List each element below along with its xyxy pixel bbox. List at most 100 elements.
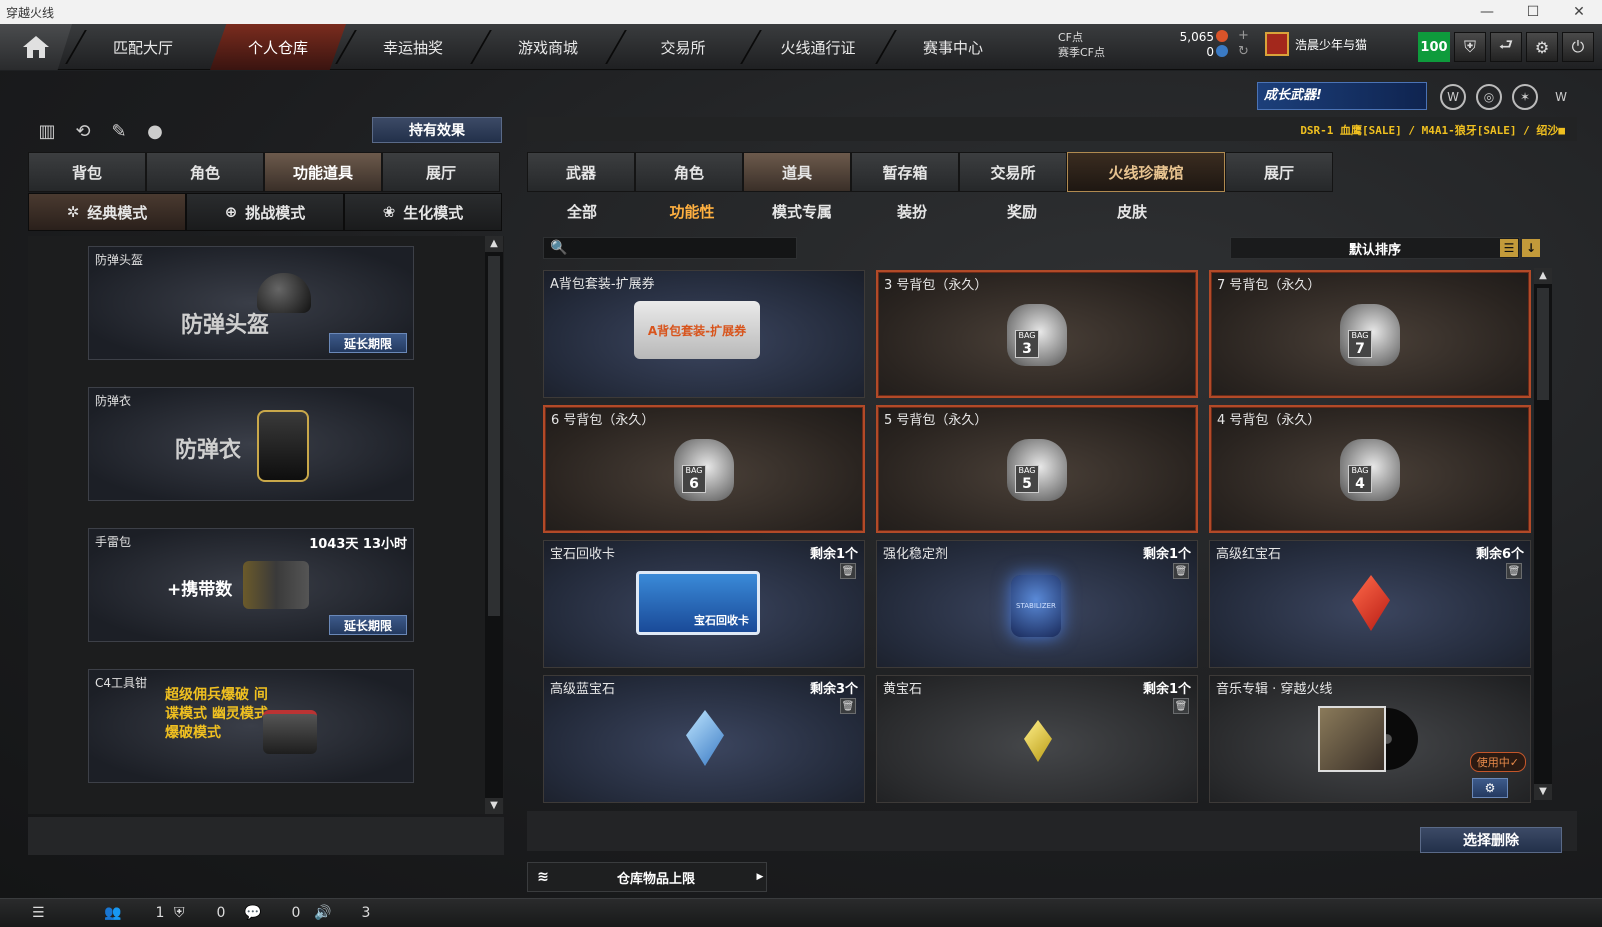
power-icon[interactable]: ⏻ bbox=[1562, 32, 1594, 62]
scroll-thumb[interactable] bbox=[488, 256, 500, 616]
tab-backpack[interactable]: 背包 bbox=[28, 152, 146, 192]
subtab-reward[interactable]: 奖励 bbox=[967, 197, 1077, 227]
left-scrollbar[interactable]: ▲ ▼ bbox=[485, 236, 503, 814]
clan-status[interactable]: ⛨ 0 bbox=[174, 905, 225, 921]
left-card-grenade-pack[interactable]: 手雷包 1043天 13小时 +携带数 延长期限 bbox=[88, 528, 414, 642]
edit-icon[interactable]: ✎ bbox=[106, 118, 132, 144]
nav-battle-pass[interactable]: 火线通行证 bbox=[750, 24, 886, 70]
home-button[interactable] bbox=[0, 24, 72, 70]
item-card[interactable]: 宝石回收卡 剩余1个 🗑 宝石回收卡 bbox=[543, 540, 865, 668]
tab-functional-items[interactable]: 功能道具 bbox=[264, 152, 382, 192]
item-card[interactable]: 音乐专辑 · 穿越火线 使用中✓ ⚙ bbox=[1209, 675, 1531, 803]
voice-status[interactable]: 🔊 3 bbox=[314, 905, 370, 921]
trash-icon[interactable]: 🗑 bbox=[840, 698, 856, 714]
w-logo-icon[interactable]: W bbox=[1548, 84, 1574, 110]
item-settings-gear-icon[interactable]: ⚙ bbox=[1472, 778, 1508, 798]
tab-showroom[interactable]: 展厅 bbox=[1225, 152, 1333, 192]
extend-button[interactable]: 延长期限 bbox=[329, 615, 407, 635]
tab-character[interactable]: 角色 bbox=[146, 152, 264, 192]
left-card-helmet[interactable]: 防弹头盔 防弹头盔 延长期限 bbox=[88, 246, 414, 360]
badge-w-icon[interactable]: W bbox=[1440, 84, 1466, 110]
nav-personal-warehouse[interactable]: 个人仓库 bbox=[210, 24, 346, 70]
bag-label: BAG bbox=[1018, 466, 1036, 475]
subtab-cosmetic[interactable]: 装扮 bbox=[857, 197, 967, 227]
tab-exchange[interactable]: 交易所 bbox=[959, 152, 1067, 192]
item-card[interactable]: 6 号背包（永久） BAG 6 bbox=[543, 405, 865, 533]
tab-weapons[interactable]: 武器 bbox=[527, 152, 635, 192]
item-card[interactable]: 4 号背包（永久） BAG 4 bbox=[1209, 405, 1531, 533]
mode-biochem[interactable]: ❀ 生化模式 bbox=[344, 193, 502, 231]
menu-icon[interactable]: ☰ bbox=[32, 905, 45, 921]
item-card[interactable]: 强化稳定剂 剩余1个 🗑 STABILIZER bbox=[876, 540, 1198, 668]
growth-weapon-banner[interactable]: 成长武器! bbox=[1257, 82, 1427, 110]
trash-icon[interactable]: 🗑 bbox=[1173, 698, 1189, 714]
item-card[interactable]: 黄宝石 剩余1个 🗑 bbox=[876, 675, 1198, 803]
mode-challenge[interactable]: ⊕ 挑战模式 bbox=[186, 193, 344, 231]
nav-event-center[interactable]: 赛事中心 bbox=[885, 24, 1021, 70]
shield-icon[interactable]: ⛨ bbox=[1454, 32, 1486, 62]
left-card-vest[interactable]: 防弹衣 防弹衣 bbox=[88, 387, 414, 501]
trash-icon[interactable]: 🗑 bbox=[1506, 563, 1522, 579]
grenade-icon[interactable]: ● bbox=[142, 118, 168, 144]
stats-icon[interactable]: ▥ bbox=[34, 118, 60, 144]
emblem-icon[interactable]: ✶ bbox=[1512, 84, 1538, 110]
scroll-up-icon[interactable]: ▲ bbox=[485, 236, 503, 252]
scroll-thumb[interactable] bbox=[1537, 288, 1549, 400]
search-input[interactable] bbox=[543, 237, 797, 259]
trash-icon[interactable]: 🗑 bbox=[1173, 563, 1189, 579]
ticker-bar: DSR-1 血鹰[SALE] / M4A1-狼牙[SALE] / 绍沙■ bbox=[527, 117, 1577, 141]
tab-showroom[interactable]: 展厅 bbox=[382, 152, 500, 192]
friends-status[interactable]: 👥 1 bbox=[104, 905, 164, 921]
cf-labels: CF点 赛季CF点 bbox=[1058, 30, 1105, 60]
nav-lucky-draw[interactable]: 幸运抽奖 bbox=[345, 24, 481, 70]
trash-icon[interactable]: 🗑 bbox=[840, 563, 856, 579]
list-view-icon[interactable]: ☰ bbox=[1500, 239, 1518, 257]
sort-dropdown[interactable]: 默认排序 bbox=[1230, 237, 1520, 259]
subtab-all[interactable]: 全部 bbox=[527, 197, 637, 227]
item-card[interactable]: 5 号背包（永久） BAG 5 bbox=[876, 405, 1198, 533]
history-icon[interactable]: ⟲ bbox=[70, 118, 96, 144]
left-card-c4-pliers[interactable]: C4工具钳 超级佣兵爆破 间谍模式 幽灵模式 爆破模式 bbox=[88, 669, 414, 783]
hold-effect-button[interactable]: 持有效果 bbox=[372, 117, 502, 143]
tab-collection-hall[interactable]: 火线珍藏馆 bbox=[1067, 152, 1225, 192]
extend-button[interactable]: 延长期限 bbox=[329, 333, 407, 353]
tab-items[interactable]: 道具 bbox=[743, 152, 851, 192]
nav-match-lobby[interactable]: 匹配大厅 bbox=[75, 24, 211, 70]
item-card[interactable]: 7 号背包（永久） BAG 7 bbox=[1209, 270, 1531, 398]
select-delete-button[interactable]: 选择删除 bbox=[1420, 827, 1562, 853]
scroll-up-icon[interactable]: ▲ bbox=[1534, 268, 1552, 284]
item-card[interactable]: A背包套装-扩展券 A背包套装-扩展券 bbox=[543, 270, 865, 398]
nav-exchange[interactable]: 交易所 bbox=[615, 24, 751, 70]
add-cf-icon[interactable]: + bbox=[1238, 28, 1249, 44]
close-button[interactable]: ✕ bbox=[1556, 0, 1602, 24]
nav-game-shop[interactable]: 游戏商城 bbox=[480, 24, 616, 70]
warehouse-capacity-bar[interactable]: ≋ 仓库物品上限 ▶ bbox=[527, 862, 767, 892]
sort-direction-icon[interactable]: ↓ bbox=[1522, 239, 1540, 257]
refresh-cf-icon[interactable]: ↻ bbox=[1238, 44, 1249, 60]
item-card[interactable]: 3 号背包（永久） BAG 3 bbox=[876, 270, 1198, 398]
user-info[interactable]: 浩晨少年与猫 bbox=[1265, 32, 1367, 56]
right-scrollbar[interactable]: ▲ ▼ bbox=[1534, 268, 1552, 800]
minimize-button[interactable]: — bbox=[1464, 0, 1510, 24]
tab-characters[interactable]: 角色 bbox=[635, 152, 743, 192]
subtab-mode-exclusive[interactable]: 模式专属 bbox=[747, 197, 857, 227]
sale-ticker[interactable]: DSR-1 血鹰[SALE] / M4A1-狼牙[SALE] / 绍沙■ bbox=[1300, 122, 1565, 138]
chat-status[interactable]: 💬 0 bbox=[244, 905, 300, 921]
item-card[interactable]: 高级蓝宝石 剩余3个 🗑 bbox=[543, 675, 865, 803]
maximize-button[interactable]: ☐ bbox=[1510, 0, 1556, 24]
mode-classic[interactable]: ✲ 经典模式 bbox=[28, 193, 186, 231]
capacity-label: 仓库物品上限 bbox=[616, 871, 695, 887]
subtab-skin[interactable]: 皮肤 bbox=[1077, 197, 1187, 227]
scroll-down-icon[interactable]: ▼ bbox=[1534, 784, 1552, 800]
window-title: 穿越火线 bbox=[6, 5, 55, 20]
scroll-down-icon[interactable]: ▼ bbox=[485, 798, 503, 814]
item-card[interactable]: 高级红宝石 剩余6个 🗑 bbox=[1209, 540, 1531, 668]
bag-number-tag: BAG 4 bbox=[1348, 465, 1372, 493]
settings-gear-icon[interactable]: ⚙ bbox=[1526, 32, 1558, 62]
item-name: 高级红宝石 bbox=[1216, 547, 1282, 562]
return-icon[interactable]: ⮐ bbox=[1490, 32, 1522, 62]
tab-temp-box[interactable]: 暂存箱 bbox=[851, 152, 959, 192]
cf-coin-icon bbox=[1216, 30, 1228, 42]
subtab-functional[interactable]: 功能性 bbox=[637, 197, 747, 227]
globe-icon[interactable]: ◎ bbox=[1476, 84, 1502, 110]
